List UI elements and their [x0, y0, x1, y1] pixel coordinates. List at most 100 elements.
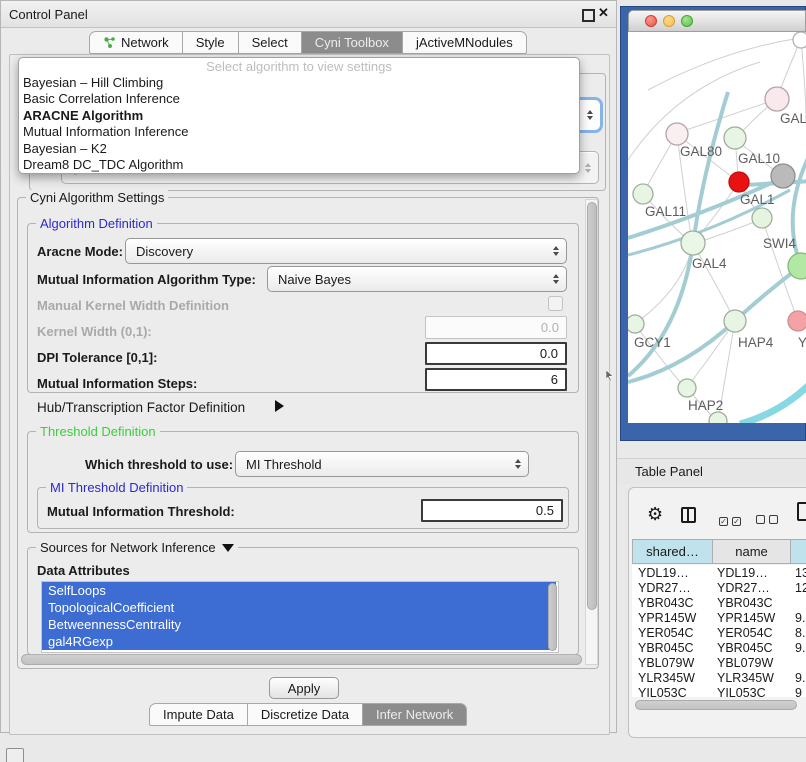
- dpi-tolerance-field[interactable]: 0.0: [425, 342, 567, 365]
- network-node[interactable]: [633, 184, 653, 204]
- table-row[interactable]: YBR043CYBR043C: [632, 595, 806, 610]
- network-node[interactable]: [724, 127, 746, 149]
- dropdown-item[interactable]: Bayesian – Hill Climbing: [19, 75, 579, 91]
- table-row[interactable]: YIL053CYIL053C9: [632, 685, 806, 697]
- network-node[interactable]: [724, 310, 746, 332]
- network-node[interactable]: [681, 231, 705, 255]
- mi-threshold-field[interactable]: 0.5: [421, 499, 563, 522]
- network-edge[interactable]: [693, 244, 731, 313]
- data-attributes-list[interactable]: SelfLoops TopologicalCoefficient Between…: [41, 581, 559, 653]
- apply-button[interactable]: Apply: [269, 677, 339, 699]
- mi-type-combo[interactable]: Naive Bayes: [267, 266, 567, 292]
- network-node[interactable]: [709, 412, 727, 423]
- table-cell[interactable]: YPR145W: [713, 611, 791, 625]
- network-node[interactable]: [628, 315, 644, 333]
- deselect-all-icon[interactable]: [756, 511, 782, 529]
- table-cell[interactable]: YBR045C: [632, 641, 713, 655]
- table-cell[interactable]: YER054C: [632, 626, 713, 640]
- table-cell[interactable]: 9.: [791, 671, 806, 685]
- column-header-name[interactable]: name: [713, 539, 791, 564]
- table-cell[interactable]: 9: [791, 686, 806, 698]
- table-cell[interactable]: YDL19…: [632, 566, 713, 580]
- tab-select[interactable]: Select: [239, 31, 302, 54]
- column-header-partial[interactable]: [791, 539, 806, 564]
- tab-style[interactable]: Style: [183, 31, 239, 54]
- column-header-shared-name[interactable]: shared…: [632, 539, 713, 564]
- kernel-width-field[interactable]: 0.0: [425, 316, 567, 339]
- network-edge[interactable]: [635, 324, 681, 383]
- minimize-traffic-light[interactable]: [663, 15, 675, 27]
- table-cell[interactable]: YIL053C: [713, 686, 791, 698]
- list-item-selected[interactable]: TopologicalCoefficient: [42, 599, 556, 616]
- zoom-traffic-light[interactable]: [681, 15, 693, 27]
- minimized-panel-icon[interactable]: [6, 748, 24, 762]
- table-row[interactable]: YDR27…YDR27…12: [632, 580, 806, 595]
- table-cell[interactable]: YDR27…: [713, 581, 791, 595]
- table-row[interactable]: YLR345WYLR345W9.: [632, 670, 806, 685]
- table-cell[interactable]: YDR27…: [632, 581, 713, 595]
- table-row[interactable]: YER054CYER054C8.: [632, 625, 806, 640]
- close-traffic-light[interactable]: [645, 15, 657, 27]
- table-row[interactable]: YBR045CYBR045C9.: [632, 640, 806, 655]
- network-edge[interactable]: [740, 384, 806, 423]
- network-edge[interactable]: [628, 266, 801, 382]
- close-icon[interactable]: ✕: [598, 5, 609, 21]
- network-node[interactable]: [678, 379, 696, 397]
- list-item-selected[interactable]: SelfLoops: [42, 582, 556, 599]
- tab-jactivemnodules[interactable]: jActiveMNodules: [403, 31, 527, 54]
- table-cell[interactable]: YBR043C: [632, 596, 713, 610]
- list-vscrollbar-thumb[interactable]: [548, 583, 557, 651]
- new-column-icon[interactable]: [797, 502, 806, 521]
- table-cell[interactable]: 12: [791, 581, 806, 595]
- table-cell[interactable]: YIL053C: [632, 686, 713, 698]
- tab-cyni-toolbox[interactable]: Cyni Toolbox: [302, 31, 403, 54]
- network-edge[interactable]: [780, 41, 800, 90]
- table-hscrollbar[interactable]: [634, 700, 799, 711]
- table-panel-header[interactable]: Table Panel: [617, 458, 806, 484]
- select-all-icon[interactable]: ✓✓: [719, 511, 745, 529]
- network-window-titlebar[interactable]: [628, 10, 806, 32]
- table-cell[interactable]: YBR043C: [713, 596, 791, 610]
- table-row[interactable]: YBL079WYBL079W: [632, 655, 806, 670]
- table-cell[interactable]: YDL19…: [713, 566, 791, 580]
- table-cell[interactable]: YBL079W: [713, 656, 791, 670]
- table-cell[interactable]: 9.: [791, 611, 806, 625]
- tab-impute-data[interactable]: Impute Data: [149, 703, 248, 726]
- table-cell[interactable]: YBL079W: [632, 656, 713, 670]
- table-cell[interactable]: YBR045C: [713, 641, 791, 655]
- table-cell[interactable]: YLR345W: [713, 671, 791, 685]
- tab-infer-network[interactable]: Infer Network: [363, 703, 467, 726]
- table-cell[interactable]: YPR145W: [632, 611, 713, 625]
- dropdown-item[interactable]: Basic Correlation Inference: [19, 91, 579, 107]
- table-cell[interactable]: YLR345W: [632, 671, 713, 685]
- network-node[interactable]: [788, 311, 806, 331]
- tab-network[interactable]: Network: [89, 31, 183, 54]
- table-row[interactable]: YDL19…YDL19…13: [632, 565, 806, 580]
- settings-vscrollbar-thumb[interactable]: [587, 202, 597, 610]
- list-item-selected[interactable]: gal4RGexp: [42, 633, 556, 650]
- gear-icon[interactable]: ⚙: [647, 505, 663, 523]
- network-node[interactable]: [729, 172, 749, 192]
- dropdown-item[interactable]: Dream8 DC_TDC Algorithm: [19, 157, 579, 173]
- network-node[interactable]: [793, 32, 806, 48]
- table-cell[interactable]: YER054C: [713, 626, 791, 640]
- which-threshold-combo[interactable]: MI Threshold: [235, 451, 529, 477]
- table-cell[interactable]: 8.: [791, 626, 806, 640]
- network-canvas-container[interactable]: GALGAL80GAL10GAL1GAL11SWI4GAL4GCY1HAP4YH…: [628, 32, 806, 423]
- dropdown-item-selected[interactable]: ARACNE Algorithm: [19, 108, 579, 124]
- dropdown-item[interactable]: Bayesian – K2: [19, 141, 579, 157]
- expand-right-icon[interactable]: [275, 400, 284, 412]
- table-row[interactable]: YPR145WYPR145W9.: [632, 610, 806, 625]
- collapse-down-icon[interactable]: [222, 544, 234, 552]
- network-node[interactable]: [752, 208, 772, 228]
- table-cell[interactable]: 9.: [791, 641, 806, 655]
- float-window-icon[interactable]: [582, 9, 595, 22]
- table-hscrollbar-thumb[interactable]: [635, 700, 797, 710]
- mi-steps-field[interactable]: 6: [425, 368, 567, 391]
- network-edge[interactable]: [801, 40, 806, 122]
- network-node[interactable]: [666, 123, 688, 145]
- manual-kernel-checkbox[interactable]: [548, 296, 563, 311]
- hub-tf-section-label[interactable]: Hub/Transcription Factor Definition: [37, 400, 245, 415]
- network-node[interactable]: [771, 164, 795, 188]
- network-edge[interactable]: [648, 38, 800, 90]
